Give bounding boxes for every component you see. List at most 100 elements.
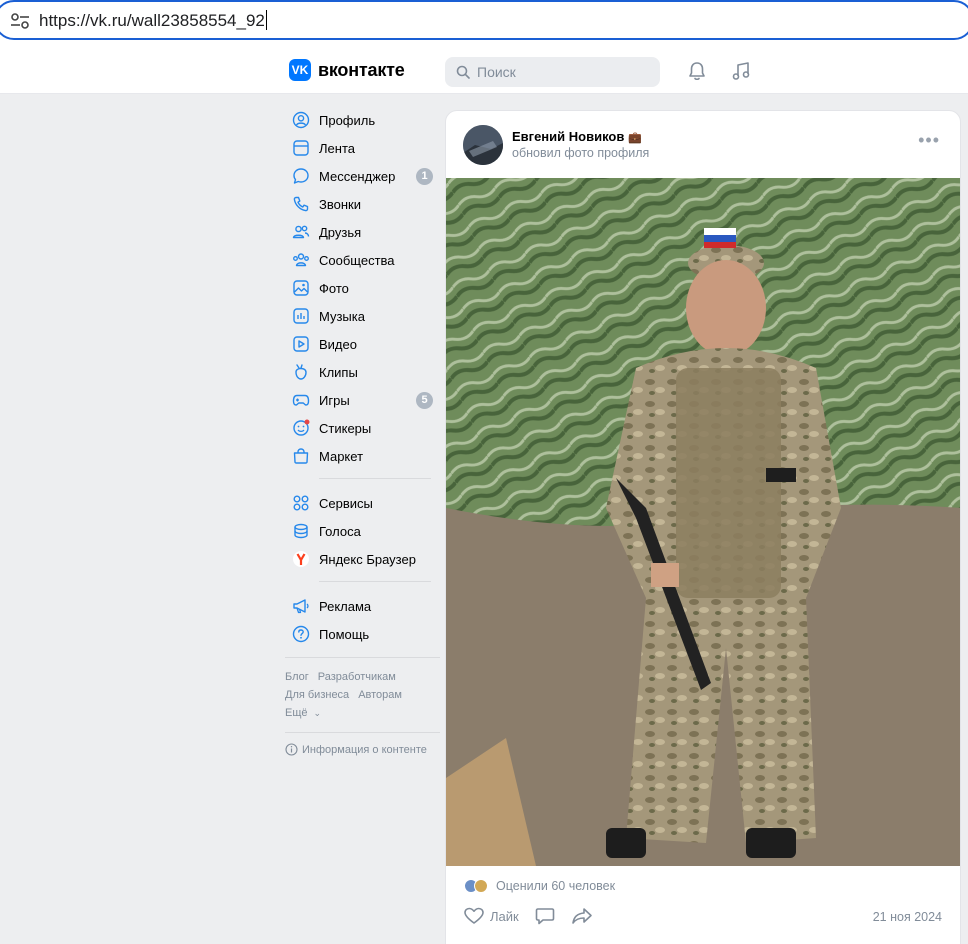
sidebar-item-label: Реклама (319, 598, 372, 614)
left-sidebar: Профиль Лента Мессенджер 1 Звонки Друзья… (285, 106, 440, 756)
sidebar-item-messenger[interactable]: Мессенджер 1 (285, 162, 440, 190)
friends-icon (291, 222, 311, 242)
sidebar-item-market[interactable]: Маркет (285, 442, 440, 470)
browser-toolbar: https://vk.ru/wall23858554_92 (0, 0, 968, 48)
post-photo[interactable] (446, 178, 960, 866)
heart-icon (464, 907, 484, 924)
games-badge: 5 (416, 391, 433, 409)
content-info-label: Информация о контенте (302, 743, 427, 756)
sidebar-item-calls[interactable]: Звонки (285, 190, 440, 218)
communities-icon (291, 250, 311, 270)
likes-count-text: Оценили 60 человек (496, 879, 616, 893)
sidebar-item-friends[interactable]: Друзья (285, 218, 440, 246)
clips-icon (291, 362, 311, 382)
sidebar-item-label: Звонки (319, 196, 361, 212)
content-info-link[interactable]: Информация о контенте (285, 743, 440, 756)
vk-logo[interactable]: VK вконтакте (289, 59, 405, 81)
sidebar-item-label: Фото (319, 280, 349, 296)
post-date[interactable]: 21 ноя 2024 (873, 910, 942, 924)
games-icon (291, 390, 311, 410)
sidebar-item-label: Лента (319, 140, 355, 156)
feed-icon (291, 138, 311, 158)
footer-more[interactable]: Ещё ⌄ (285, 704, 440, 722)
help-icon (291, 624, 311, 644)
author-emoji: 💼 (627, 132, 642, 144)
footer-more-label: Ещё (285, 707, 308, 719)
like-button[interactable]: Лайк (464, 907, 519, 925)
sidebar-divider (319, 478, 431, 479)
video-icon (291, 334, 311, 354)
chevron-down-icon: ⌄ (313, 708, 322, 718)
site-settings-icon[interactable] (10, 12, 30, 30)
like-label: Лайк (490, 908, 519, 924)
vk-logo-mark: VK (289, 59, 311, 81)
more-options-icon[interactable]: ••• (918, 131, 940, 149)
photo-icon (291, 278, 311, 298)
sidebar-divider (319, 581, 431, 582)
info-icon (285, 743, 298, 756)
music-icon (291, 306, 311, 326)
sidebar-divider (285, 657, 440, 658)
megaphone-icon (291, 596, 311, 616)
sidebar-item-ads[interactable]: Реклама (285, 592, 440, 620)
sidebar-item-label: Музыка (319, 308, 365, 324)
sidebar-item-yandex-browser[interactable]: Яндекс Браузер (285, 545, 440, 573)
wall-post: Евгений Новиков 💼 обновил фото профиля •… (445, 110, 961, 944)
sidebar-item-label: Мессенджер (319, 168, 396, 184)
sidebar-item-video[interactable]: Видео (285, 330, 440, 358)
messenger-icon (291, 166, 311, 186)
sidebar-footer-links: Блог Разработчикам Для бизнеса Авторам Ещё… (285, 668, 440, 722)
sidebar-item-label: Игры (319, 392, 350, 408)
music-note-icon[interactable] (730, 60, 752, 82)
sidebar-item-label: Сервисы (319, 495, 373, 511)
stickers-icon (291, 418, 311, 438)
footer-link-business[interactable]: Для бизнеса (285, 689, 349, 701)
search-input[interactable]: Поиск (445, 57, 660, 87)
sidebar-item-label: Клипы (319, 364, 358, 380)
votes-icon (291, 521, 311, 541)
author-name[interactable]: Евгений Новиков 💼 (512, 129, 642, 144)
sidebar-item-clips[interactable]: Клипы (285, 358, 440, 386)
sidebar-item-help[interactable]: Помощь (285, 620, 440, 648)
sidebar-item-votes[interactable]: Голоса (285, 517, 440, 545)
sidebar-item-feed[interactable]: Лента (285, 134, 440, 162)
sidebar-item-photos[interactable]: Фото (285, 274, 440, 302)
liker-avatar (474, 879, 488, 893)
sidebar-item-label: Сообщества (319, 252, 395, 268)
sidebar-item-communities[interactable]: Сообщества (285, 246, 440, 274)
comment-button[interactable] (535, 907, 555, 925)
share-button[interactable] (571, 907, 593, 925)
sidebar-item-label: Яндекс Браузер (319, 551, 416, 567)
search-placeholder: Поиск (477, 64, 516, 80)
sidebar-item-stickers[interactable]: Стикеры (285, 414, 440, 442)
sidebar-item-services[interactable]: Сервисы (285, 489, 440, 517)
sidebar-item-label: Видео (319, 336, 357, 352)
sidebar-item-games[interactable]: Игры 5 (285, 386, 440, 414)
sidebar-item-music[interactable]: Музыка (285, 302, 440, 330)
sidebar-item-label: Помощь (319, 626, 370, 642)
sidebar-item-label: Голоса (319, 523, 361, 539)
footer-link-developers[interactable]: Разработчикам (318, 671, 396, 683)
post-actions: Лайк (464, 907, 609, 925)
author-avatar[interactable] (463, 125, 503, 165)
vk-header: VK вконтакте Поиск (0, 48, 968, 94)
address-bar[interactable]: https://vk.ru/wall23858554_92 (0, 0, 968, 40)
market-icon (291, 446, 311, 466)
footer-link-authors[interactable]: Авторам (358, 689, 402, 701)
url-text[interactable]: https://vk.ru/wall23858554_92 (39, 10, 267, 31)
sidebar-divider (285, 732, 440, 733)
sidebar-item-profile[interactable]: Профиль (285, 106, 440, 134)
vk-logo-text: вконтакте (318, 59, 405, 80)
likes-summary[interactable]: Оценили 60 человек (464, 879, 615, 893)
services-icon (291, 493, 311, 513)
post-subtitle: обновил фото профиля (512, 146, 650, 160)
unread-badge: 1 (416, 167, 433, 185)
bell-icon[interactable] (686, 60, 708, 82)
sidebar-item-label: Маркет (319, 448, 364, 464)
author-name-text: Евгений Новиков (512, 129, 625, 144)
search-icon (456, 65, 470, 79)
footer-link-blog[interactable]: Блог (285, 671, 309, 683)
yandex-icon (291, 549, 311, 569)
sidebar-item-label: Стикеры (319, 420, 372, 436)
sidebar-item-label: Профиль (319, 112, 376, 128)
